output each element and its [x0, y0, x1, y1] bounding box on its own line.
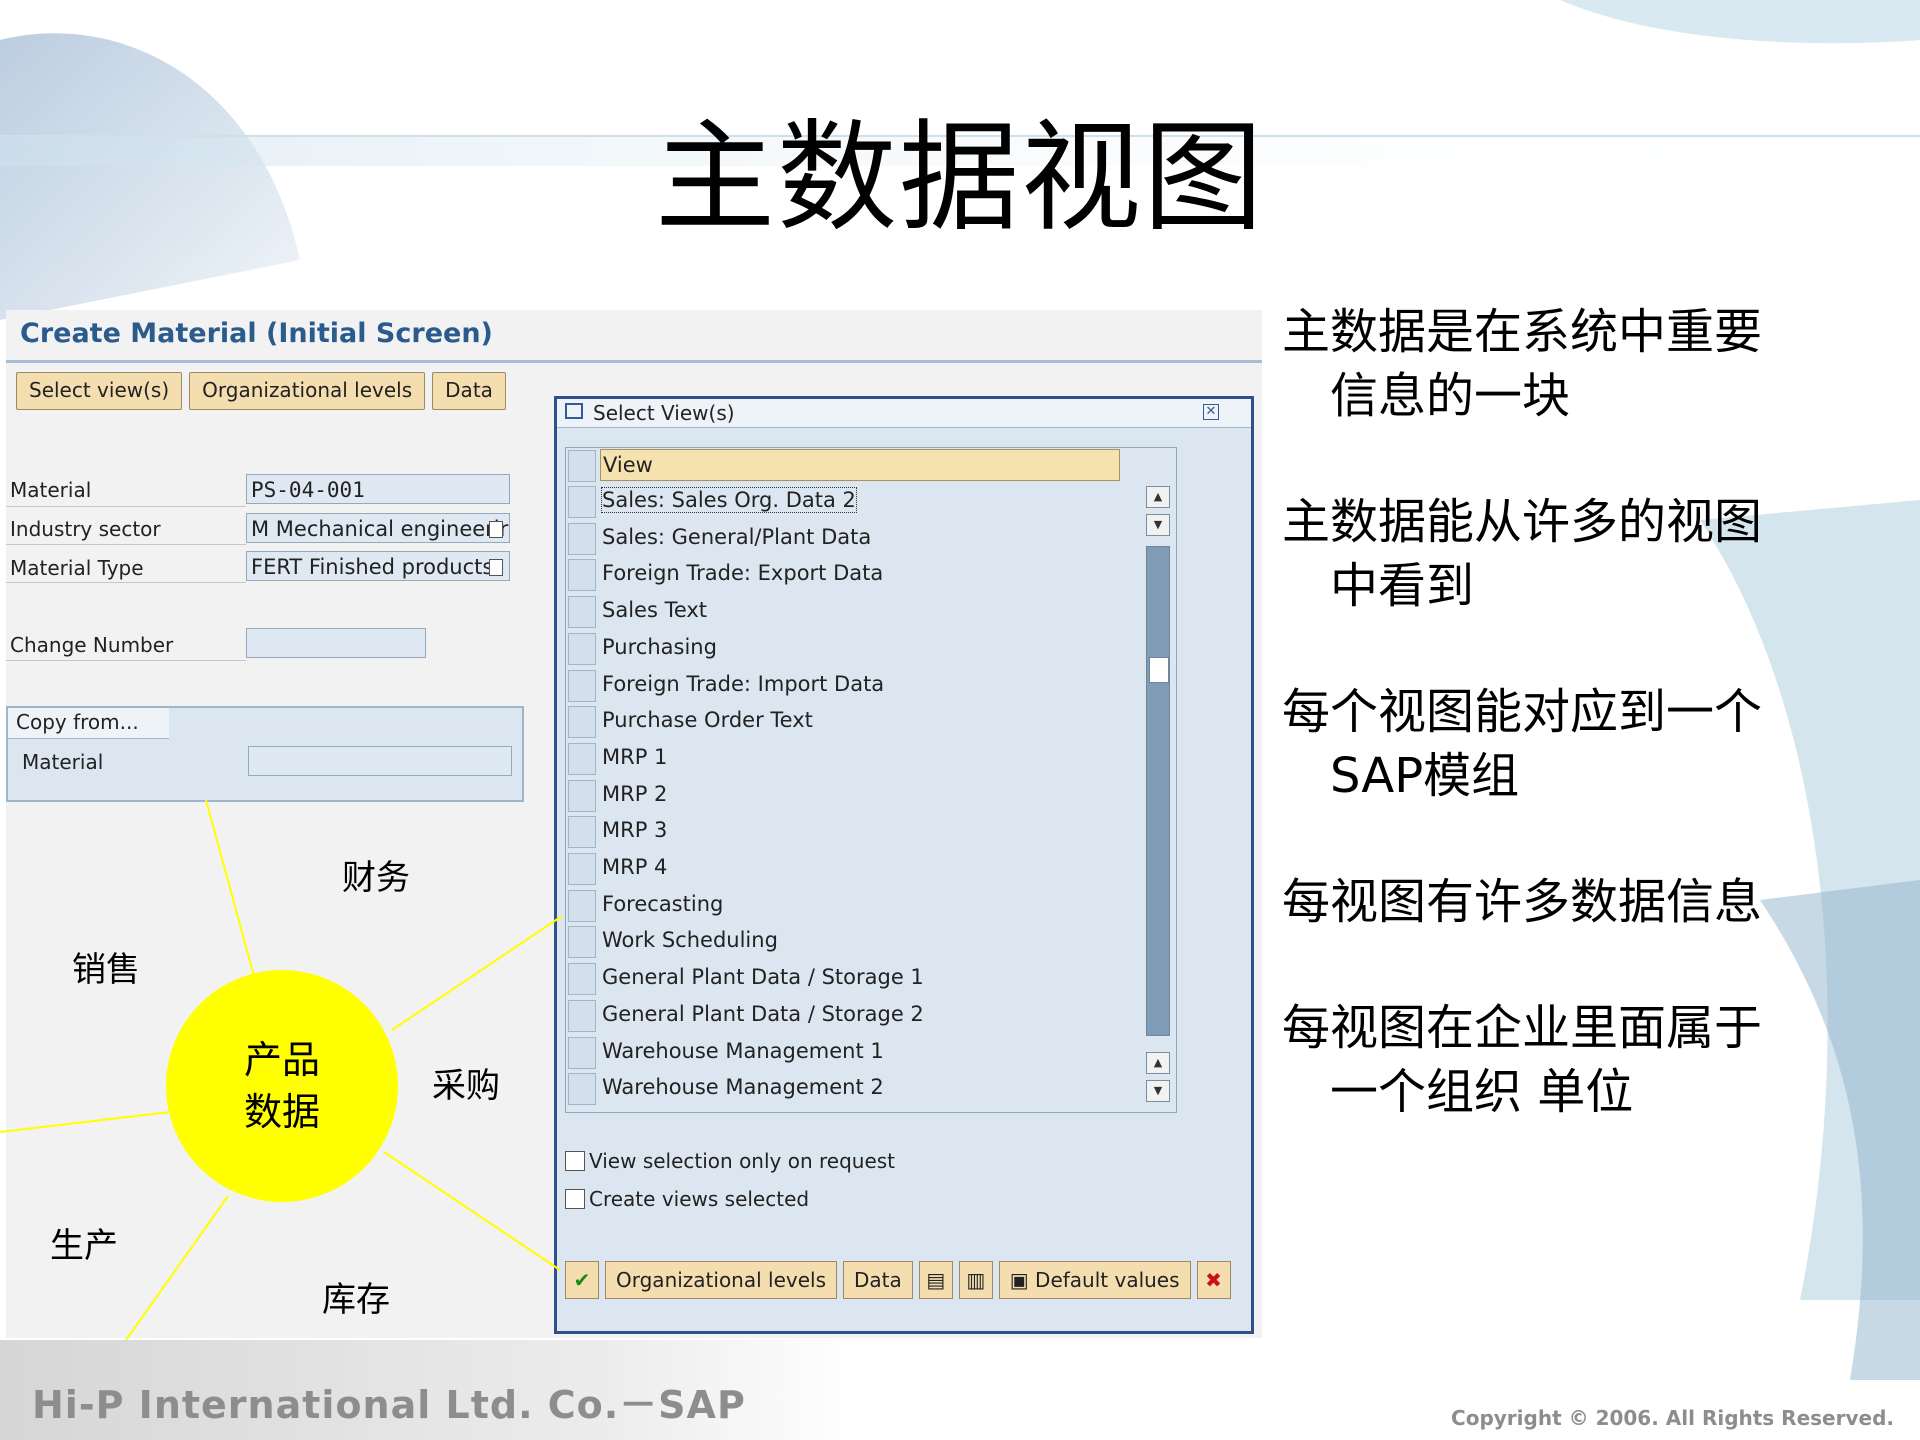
purchasing-label: 采购	[432, 1066, 500, 1106]
bullet-line-2: SAP模组	[1330, 748, 1520, 804]
bullet-item: 每视图在企业里面属于 一个组织 单位	[1282, 996, 1842, 1124]
production-label: 生产	[50, 1226, 118, 1266]
bullet-line-1: 每个视图能对应到一个	[1282, 684, 1763, 740]
bullet-line-1: 主数据是在系统中重要	[1282, 304, 1763, 360]
bullet-line-1: 每视图有许多数据信息	[1282, 874, 1763, 930]
bullet-line-1: 每视图在企业里面属于	[1282, 1000, 1763, 1056]
bullet-item: 主数据是在系统中重要 信息的一块	[1282, 300, 1842, 428]
copyright-notice: Copyright © 2006. All Rights Reserved.	[1451, 1406, 1894, 1430]
hub-line-2: 数据	[243, 1090, 320, 1134]
product-data-hub: 产品 数据	[166, 970, 398, 1202]
bullet-line-2: 信息的一块	[1330, 368, 1571, 424]
bullet-list: 主数据是在系统中重要 信息的一块 主数据能从许多的视图 中看到 每个视图能对应到…	[1282, 300, 1842, 1186]
company-footer: Hi-P International Ltd. Co.－SAP	[32, 1383, 746, 1427]
inventory-label: 库存	[322, 1280, 390, 1320]
hub-line-1: 产品	[243, 1038, 320, 1082]
finance-label: 财务	[342, 858, 410, 898]
bullet-item: 每个视图能对应到一个 SAP模组	[1282, 680, 1842, 808]
sales-label: 销售	[72, 950, 140, 990]
bullet-line-2: 一个组织 单位	[1330, 1064, 1634, 1120]
bullet-item: 每视图有许多数据信息	[1282, 870, 1842, 934]
bullet-item: 主数据能从许多的视图 中看到	[1282, 490, 1842, 618]
bullet-line-2: 中看到	[1330, 558, 1475, 614]
bullet-line-1: 主数据能从许多的视图	[1282, 494, 1763, 550]
